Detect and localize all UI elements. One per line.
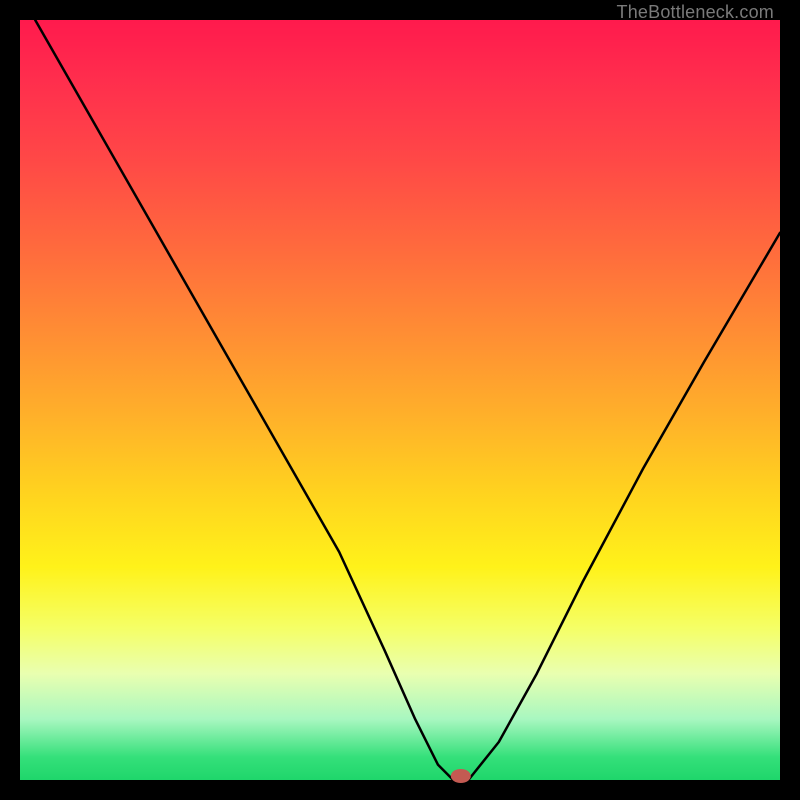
chart-frame: TheBottleneck.com [0, 0, 800, 800]
chart-svg [20, 20, 780, 780]
bottleneck-curve [35, 20, 780, 780]
plot-background [20, 20, 780, 780]
optimal-point-marker [451, 769, 471, 783]
